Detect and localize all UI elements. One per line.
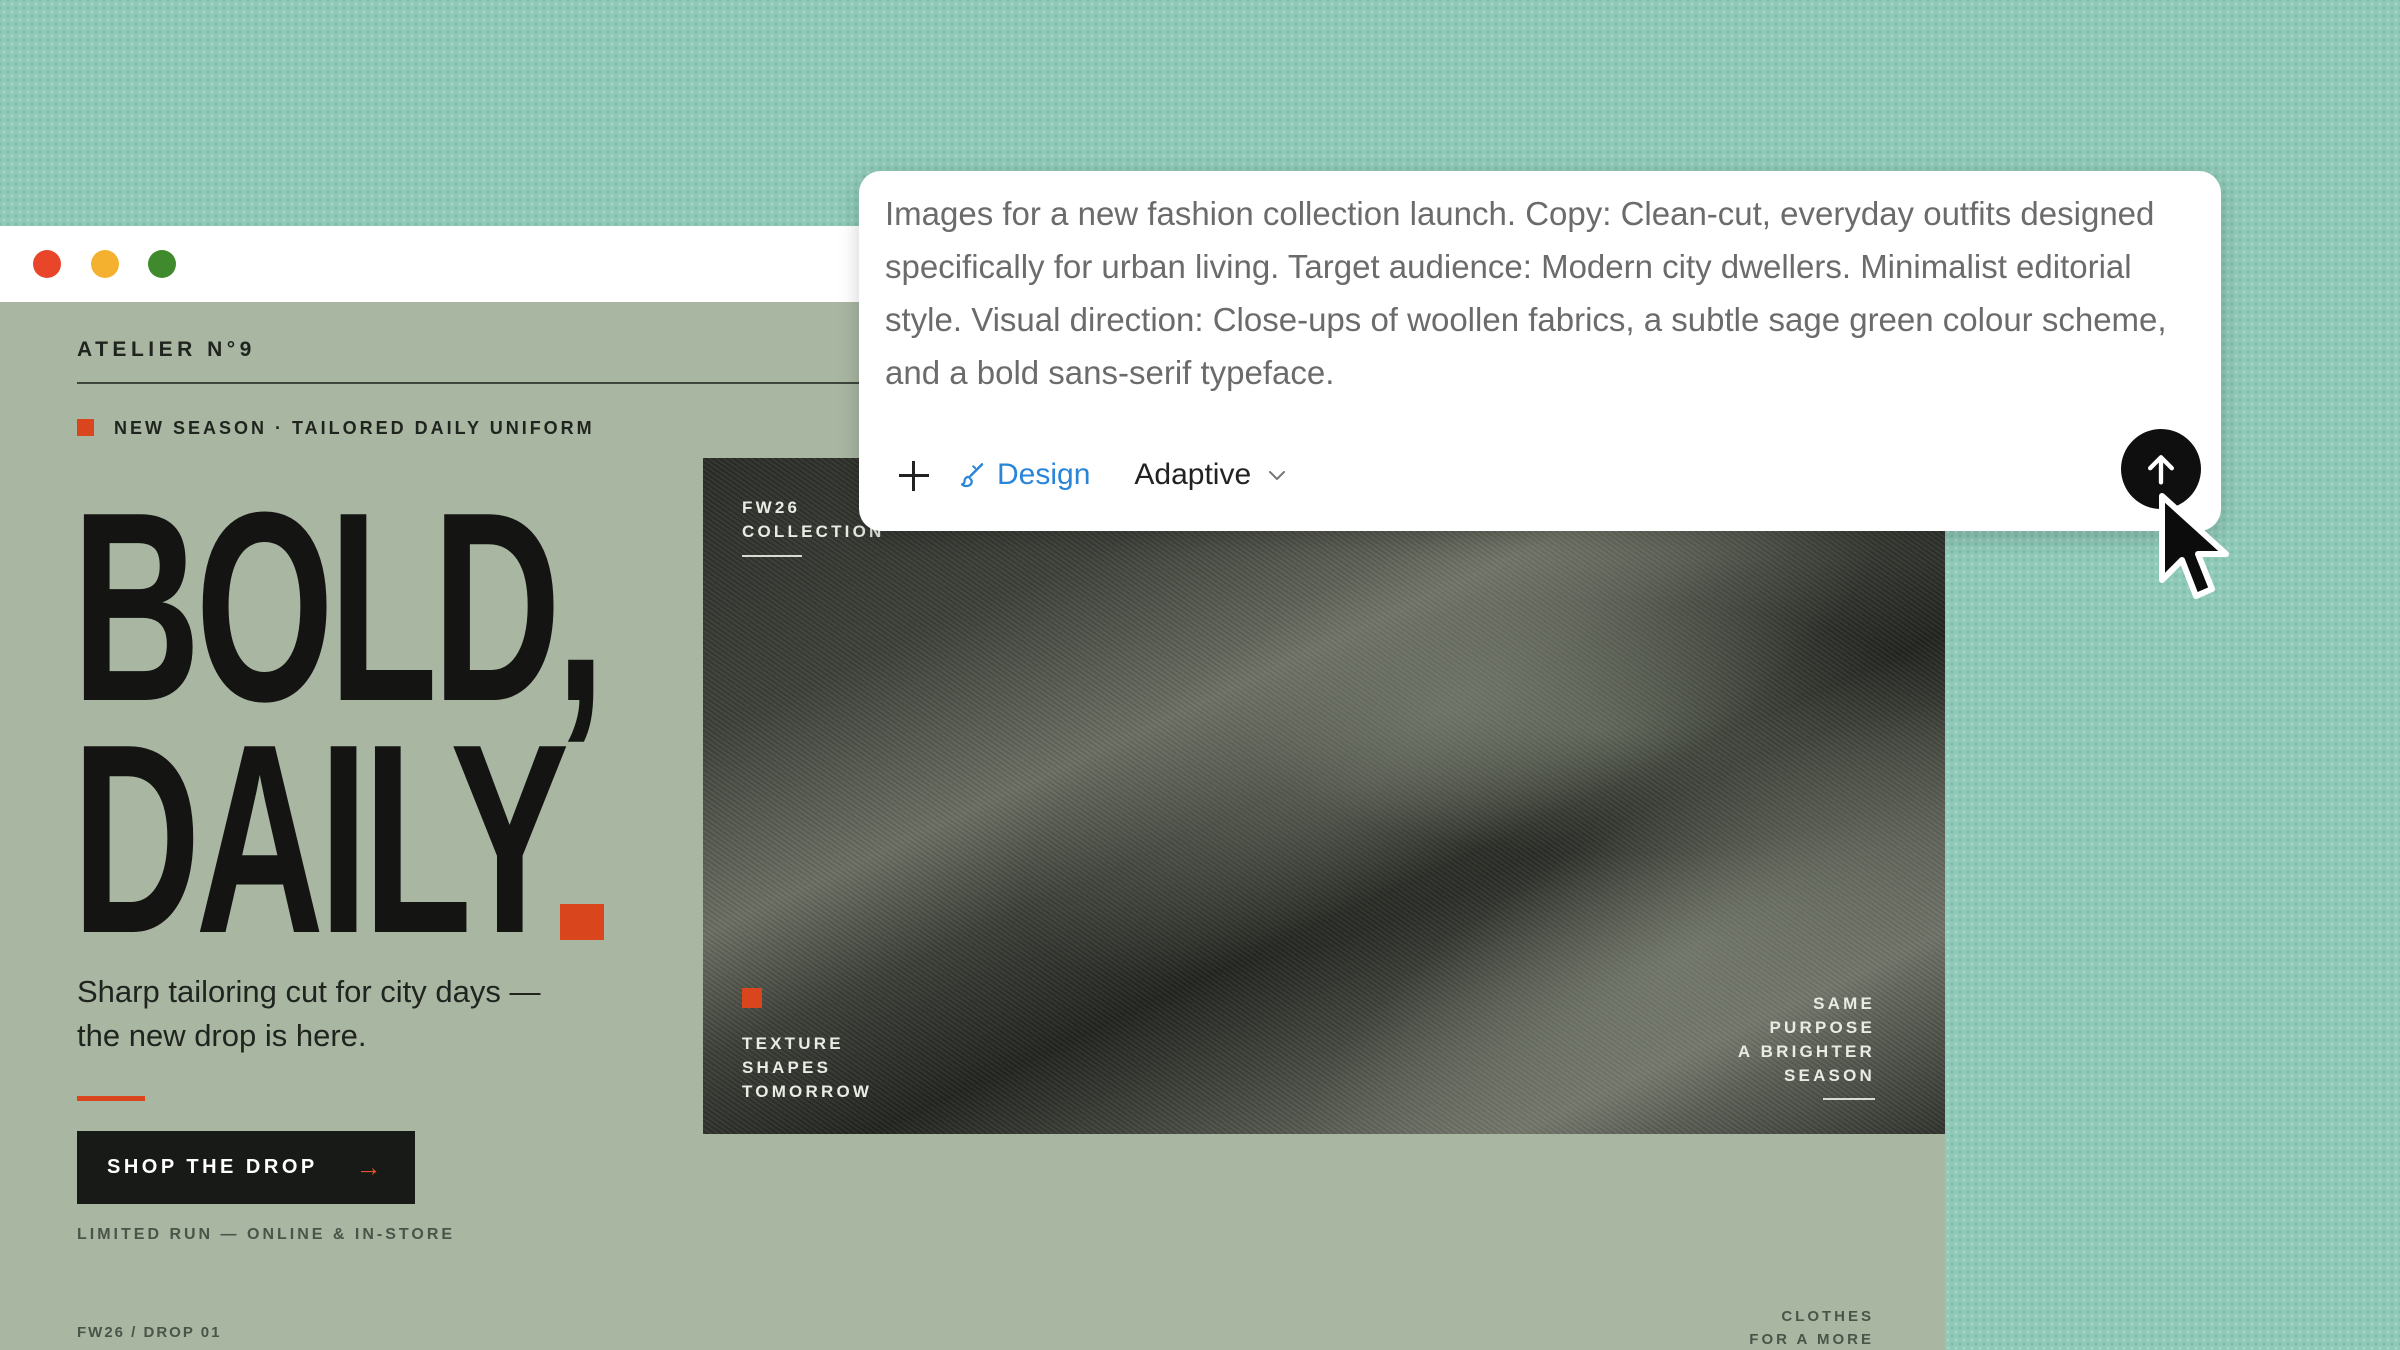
texture-line-3: TOMORROW (742, 1082, 873, 1101)
collection-line-2: COLLECTION (742, 522, 885, 541)
purpose-line-3: A BRIGHTER (1737, 1042, 1875, 1061)
brand-divider (77, 382, 877, 384)
limited-run-note: LIMITED RUN — ONLINE & IN-STORE (77, 1226, 456, 1243)
purpose-underline (1823, 1098, 1875, 1100)
shop-the-drop-button[interactable]: SHOP THE DROP → (77, 1131, 415, 1204)
purpose-line-4: SEASON (1784, 1066, 1875, 1085)
hero-subcopy: Sharp tailoring cut for city days — the … (77, 974, 541, 1053)
model-select-label: Adaptive (1134, 458, 1252, 491)
hero-headline: BOLD, DAILY (72, 473, 605, 990)
model-select[interactable]: Adaptive (1134, 458, 1289, 492)
drop-label: FW26 / DROP 01 (77, 1324, 222, 1341)
plus-icon[interactable] (895, 457, 931, 493)
brush-icon (960, 463, 984, 488)
texture-line-1: TEXTURE (742, 1034, 844, 1053)
close-window-button[interactable] (33, 250, 61, 278)
season-tag: NEW SEASON · TAILORED DAILY UNIFORM (114, 418, 595, 438)
maximize-window-button[interactable] (148, 250, 176, 278)
clothes-caption: CLOTHES FOR A MORE (1660, 1305, 1874, 1350)
texture-caption: TEXTURE SHAPES TOMORROW (742, 1032, 872, 1104)
chevron-down-icon (1269, 471, 1286, 480)
texture-square-icon (742, 988, 762, 1008)
fabric-hero-image: FW26 COLLECTION TEXTURE SHAPES TOMORROW … (703, 458, 1945, 1134)
composer-toolbar: Design Adaptive (895, 447, 1289, 503)
purpose-caption: SAME PURPOSE A BRIGHTER SEASON (1738, 992, 1875, 1088)
purpose-line-1: SAME (1813, 994, 1875, 1013)
brand-name: ATELIER N°9 (77, 338, 256, 361)
design-mode-button[interactable]: Design (957, 458, 1090, 492)
arrow-up-icon (2148, 455, 2174, 485)
collection-underline (742, 555, 802, 557)
clothes-line-2: FOR A MORE (1749, 1331, 1874, 1348)
minimize-window-button[interactable] (91, 250, 119, 278)
prompt-composer: Images for a new fashion collection laun… (859, 171, 2221, 531)
accent-bar (77, 1096, 145, 1101)
arrow-right-icon: → (355, 1152, 385, 1182)
headline-line-2: DAILY (72, 689, 569, 990)
texture-line-2: SHAPES (742, 1058, 832, 1077)
cta-label: SHOP THE DROP (107, 1156, 318, 1178)
season-square-icon (77, 419, 94, 436)
mouse-pointer-icon (2159, 493, 2229, 599)
purpose-line-2: PURPOSE (1769, 1018, 1875, 1037)
design-mode-label: Design (997, 458, 1091, 491)
prompt-textarea[interactable]: Images for a new fashion collection laun… (885, 187, 2205, 399)
headline-accent-square (560, 904, 604, 940)
clothes-line-1: CLOTHES (1781, 1308, 1874, 1325)
